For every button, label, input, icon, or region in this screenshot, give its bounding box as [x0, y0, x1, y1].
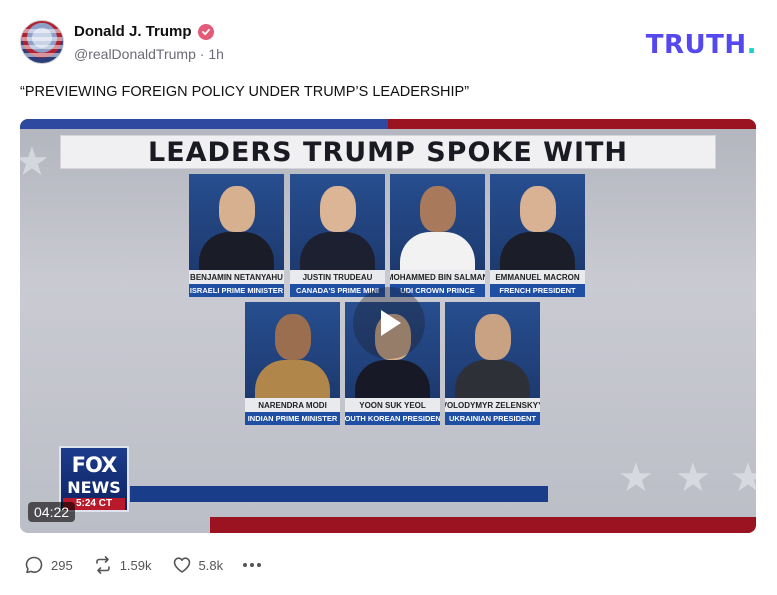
leader-name: JUSTIN TRUDEAU: [290, 270, 385, 284]
post-actions: 295 1.59k 5.8k: [24, 555, 281, 575]
leader-body: [455, 360, 530, 398]
leader-name: MOHAMMED BIN SALMAN: [390, 270, 485, 284]
leader-card: BENJAMIN NETANYAHU ISRAELI PRIME MINISTER: [189, 174, 284, 298]
video-top-stripe: [20, 119, 756, 129]
leader-name: NARENDRA MODI: [245, 398, 340, 412]
leader-body: [255, 360, 330, 398]
reply-button[interactable]: 295: [24, 555, 73, 575]
leader-card: EMMANUEL MACRON FRENCH PRESIDENT: [490, 174, 585, 298]
reply-count: 295: [51, 557, 73, 573]
leader-face: [275, 314, 311, 360]
like-count: 5.8k: [198, 557, 224, 573]
retruth-icon: [95, 556, 110, 574]
display-name[interactable]: Donald J. Trump: [74, 23, 192, 40]
avatar[interactable]: [20, 20, 64, 64]
video-player[interactable]: ★ ★ ★ ★ LEADERS TRUMP SPOKE WITH BENJAMI…: [20, 119, 756, 533]
leader-card: VOLODYMYR ZELENSKYY UKRAINIAN PRESIDENT: [445, 302, 540, 426]
leader-face: [420, 186, 456, 232]
leader-photo: [290, 174, 385, 270]
dot-icon: [257, 563, 262, 567]
lower-third-red-bar: [210, 517, 756, 533]
retruth-count: 1.59k: [119, 557, 152, 573]
heart-icon: [173, 557, 190, 573]
leader-photo: [490, 174, 585, 270]
play-icon: [381, 310, 401, 336]
leader-name: YOON SUK YEOL: [345, 398, 440, 412]
leader-photo: [445, 302, 540, 398]
post-time[interactable]: 1h: [208, 46, 224, 62]
network-line2: NEWS: [67, 478, 121, 497]
leader-name: VOLODYMYR ZELENSKYY: [445, 398, 540, 412]
name-row: Donald J. Trump: [74, 23, 214, 40]
verified-badge-icon: [197, 23, 214, 40]
leader-name: EMMANUEL MACRON: [490, 270, 585, 284]
comment-icon: [25, 556, 43, 574]
star-icon: ★: [730, 456, 756, 500]
leader-photo: [390, 174, 485, 270]
meta-separator: ·: [199, 46, 205, 62]
leader-body: [300, 232, 375, 270]
leader-title: INDIAN PRIME MINISTER: [245, 412, 340, 425]
play-button[interactable]: [353, 287, 425, 359]
leader-face: [320, 186, 356, 232]
video-banner: LEADERS TRUMP SPOKE WITH: [60, 135, 716, 169]
leader-card: MOHAMMED BIN SALMAN UDI CROWN PRINCE: [390, 174, 485, 298]
post-header: Donald J. Trump @realDonaldTrump · 1h TR…: [20, 20, 757, 66]
leader-title: ISRAELI PRIME MINISTER: [189, 284, 284, 297]
more-options-button[interactable]: [243, 563, 262, 567]
leader-card: NARENDRA MODI INDIAN PRIME MINISTER: [245, 302, 340, 426]
leader-photo: [245, 302, 340, 398]
leader-body: [500, 232, 575, 270]
leader-title: FRENCH PRESIDENT: [490, 284, 585, 297]
leader-body: [199, 232, 274, 270]
truth-logo[interactable]: TRUTH.: [646, 30, 757, 60]
video-duration: 04:22: [28, 502, 76, 522]
leader-face: [475, 314, 511, 360]
leader-title: UKRAINIAN PRESIDENT: [445, 412, 540, 425]
leader-face: [219, 186, 255, 232]
lower-third-blue-bar: [130, 486, 548, 502]
logo-dot: .: [746, 30, 757, 60]
dot-icon: [243, 563, 248, 567]
logo-text: TRUTH: [645, 30, 747, 60]
network-line1: FOX: [71, 453, 118, 477]
leader-name: BENJAMIN NETANYAHU: [189, 270, 284, 284]
star-icon: ★: [20, 140, 50, 184]
leader-face: [520, 186, 556, 232]
star-icon: ★: [675, 456, 711, 500]
post-text: “PREVIEWING FOREIGN POLICY UNDER TRUMP’S…: [20, 84, 470, 100]
leader-title: SOUTH KOREAN PRESIDENT: [345, 412, 440, 425]
retruth-button[interactable]: 1.59k: [93, 555, 152, 575]
leader-body: [355, 360, 430, 398]
leader-body: [400, 232, 475, 270]
leader-photo: [189, 174, 284, 270]
like-button[interactable]: 5.8k: [172, 555, 224, 575]
user-handle[interactable]: @realDonaldTrump: [74, 46, 196, 62]
handle-row: @realDonaldTrump · 1h: [74, 46, 224, 62]
star-icon: ★: [618, 456, 654, 500]
dot-icon: [250, 563, 255, 567]
leader-card: JUSTIN TRUDEAU CANADA'S PRIME MINI: [290, 174, 385, 298]
